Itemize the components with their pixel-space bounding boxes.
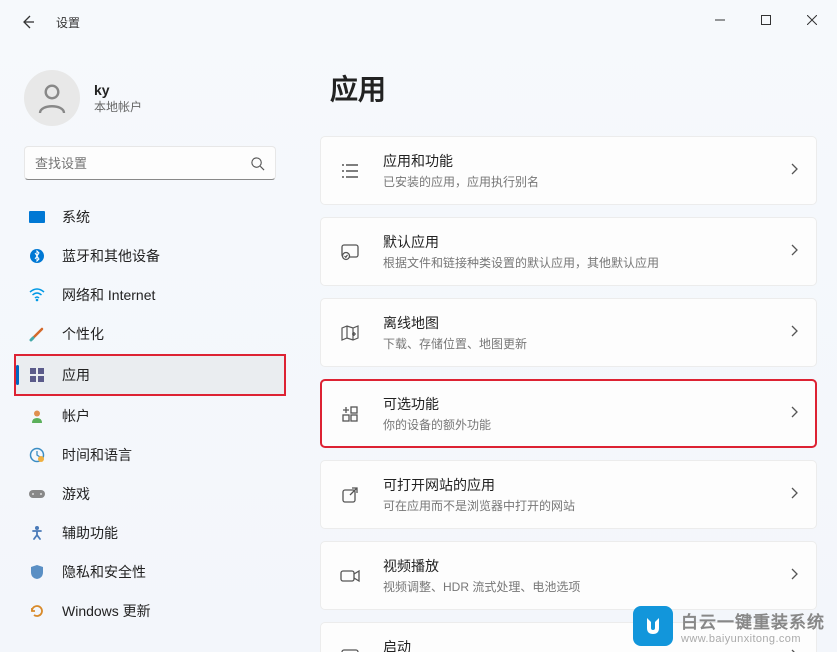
search-input[interactable] — [35, 156, 250, 171]
card-apps-features[interactable]: 应用和功能 已安装的应用，应用执行别名 — [320, 136, 817, 205]
titlebar: 设置 — [0, 0, 837, 40]
chevron-right-icon — [790, 486, 798, 504]
card-subtitle: 你的设备的额外功能 — [383, 416, 768, 433]
nav-update[interactable]: Windows 更新 — [14, 592, 286, 630]
profile-subtitle: 本地帐户 — [94, 98, 142, 115]
sidebar: ky 本地帐户 系统 蓝牙和其他设备 网络和 Internet 个性化 应用 — [0, 50, 300, 641]
update-icon — [28, 602, 46, 620]
brush-icon — [28, 325, 46, 343]
nav-label: 蓝牙和其他设备 — [62, 246, 160, 266]
app-title: 设置 — [56, 14, 80, 31]
back-arrow-icon — [20, 14, 36, 30]
chevron-right-icon — [790, 243, 798, 261]
watermark-url: www.baiyunxitong.com — [681, 633, 825, 645]
nav-label: 游戏 — [62, 484, 90, 504]
card-title: 默认应用 — [383, 232, 768, 252]
chevron-right-icon — [790, 648, 798, 652]
profile-block[interactable]: ky 本地帐户 — [8, 60, 292, 146]
card-subtitle: 下载、存储位置、地图更新 — [383, 335, 768, 352]
optional-features-icon — [339, 403, 361, 425]
main-content: 应用 应用和功能 已安装的应用，应用执行别名 默认应用 根据文件和链接种类设置的… — [320, 50, 817, 652]
open-external-icon — [339, 484, 361, 506]
close-button[interactable] — [789, 4, 835, 36]
card-title: 可选功能 — [383, 394, 768, 414]
nav-label: 个性化 — [62, 324, 104, 344]
map-icon — [339, 322, 361, 344]
startup-icon — [339, 646, 361, 652]
card-website-apps[interactable]: 可打开网站的应用 可在应用而不是浏览器中打开的网站 — [320, 460, 817, 529]
watermark-badge-icon — [633, 606, 673, 646]
nav-label: 网络和 Internet — [62, 285, 155, 305]
wifi-icon — [28, 286, 46, 304]
profile-name: ky — [94, 82, 142, 98]
card-optional-features[interactable]: 可选功能 你的设备的额外功能 — [320, 379, 817, 448]
close-icon — [807, 15, 817, 25]
apps-icon — [28, 366, 46, 384]
shield-icon — [28, 563, 46, 581]
maximize-button[interactable] — [743, 4, 789, 36]
nav-list: 系统 蓝牙和其他设备 网络和 Internet 个性化 应用 帐户 时间和语言 — [8, 198, 292, 630]
system-icon — [28, 208, 46, 226]
chevron-right-icon — [790, 162, 798, 180]
card-subtitle: 根据文件和链接种类设置的默认应用，其他默认应用 — [383, 254, 768, 271]
card-subtitle: 可在应用而不是浏览器中打开的网站 — [383, 497, 768, 514]
minimize-button[interactable] — [697, 4, 743, 36]
video-icon — [339, 565, 361, 587]
search-box[interactable] — [24, 146, 276, 180]
nav-label: 辅助功能 — [62, 523, 118, 543]
search-icon — [250, 156, 265, 171]
clock-globe-icon — [28, 446, 46, 464]
default-apps-icon — [339, 241, 361, 263]
settings-cards: 应用和功能 已安装的应用，应用执行别名 默认应用 根据文件和链接种类设置的默认应… — [320, 136, 817, 652]
nav-label: 应用 — [62, 365, 90, 385]
card-subtitle: 视频调整、HDR 流式处理、电池选项 — [383, 578, 768, 595]
chevron-right-icon — [790, 405, 798, 423]
person-icon — [34, 80, 70, 116]
nav-label: Windows 更新 — [62, 601, 151, 621]
chevron-right-icon — [790, 324, 798, 342]
nav-personalize[interactable]: 个性化 — [14, 315, 286, 353]
nav-system[interactable]: 系统 — [14, 198, 286, 236]
nav-accessibility[interactable]: 辅助功能 — [14, 514, 286, 552]
nav-label: 系统 — [62, 207, 90, 227]
card-offline-maps[interactable]: 离线地图 下载、存储位置、地图更新 — [320, 298, 817, 367]
gamepad-icon — [28, 485, 46, 503]
list-icon — [339, 160, 361, 182]
nav-account[interactable]: 帐户 — [14, 397, 286, 435]
nav-bluetooth[interactable]: 蓝牙和其他设备 — [14, 237, 286, 275]
nav-label: 隐私和安全性 — [62, 562, 146, 582]
bluetooth-icon — [28, 247, 46, 265]
card-title: 应用和功能 — [383, 151, 768, 171]
nav-time[interactable]: 时间和语言 — [14, 436, 286, 474]
card-video[interactable]: 视频播放 视频调整、HDR 流式处理、电池选项 — [320, 541, 817, 610]
avatar — [24, 70, 80, 126]
nav-label: 时间和语言 — [62, 445, 132, 465]
chevron-right-icon — [790, 567, 798, 585]
card-title: 离线地图 — [383, 313, 768, 333]
nav-privacy[interactable]: 隐私和安全性 — [14, 553, 286, 591]
card-title: 可打开网站的应用 — [383, 475, 768, 495]
card-title: 视频播放 — [383, 556, 768, 576]
card-subtitle: 已安装的应用，应用执行别名 — [383, 173, 768, 190]
accessibility-icon — [28, 524, 46, 542]
maximize-icon — [761, 15, 771, 25]
back-button[interactable] — [18, 12, 38, 32]
minimize-icon — [715, 15, 725, 25]
watermark: 白云一键重装系统 www.baiyunxitong.com — [633, 606, 825, 646]
nav-label: 帐户 — [62, 406, 90, 426]
page-title: 应用 — [330, 68, 817, 108]
nav-network[interactable]: 网络和 Internet — [14, 276, 286, 314]
card-default-apps[interactable]: 默认应用 根据文件和链接种类设置的默认应用，其他默认应用 — [320, 217, 817, 286]
watermark-title: 白云一键重装系统 — [681, 608, 825, 633]
nav-apps[interactable]: 应用 — [14, 354, 286, 396]
nav-gaming[interactable]: 游戏 — [14, 475, 286, 513]
account-icon — [28, 407, 46, 425]
